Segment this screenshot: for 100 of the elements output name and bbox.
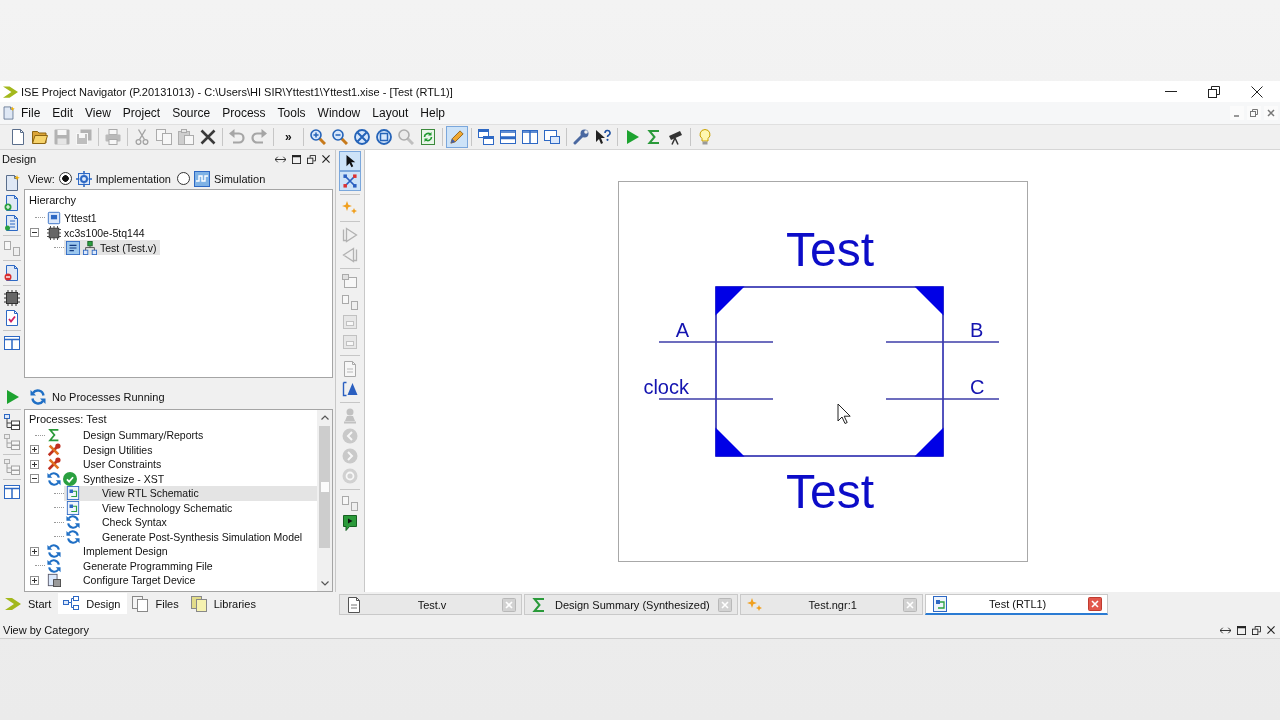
bracket-triangle-icon[interactable]	[342, 381, 358, 397]
zoom-out-icon[interactable]	[331, 129, 348, 145]
tree-item[interactable]: Implement Design	[45, 544, 317, 559]
wrench-icon[interactable]	[572, 129, 589, 145]
panel-tab[interactable]: Design	[58, 593, 128, 614]
double-arrow-icon[interactable]	[1220, 626, 1231, 634]
menu-item[interactable]: Window	[311, 106, 367, 120]
expand-icon[interactable]	[30, 575, 39, 585]
tree-item[interactable]: View Technology Schematic	[64, 500, 317, 515]
tree-header: Processes: Test	[29, 413, 107, 425]
cursor-icon	[837, 403, 851, 424]
remove-document-icon[interactable]	[4, 265, 20, 281]
expand-icon[interactable]	[30, 445, 39, 455]
zoom-full-icon[interactable]	[353, 129, 370, 145]
restore-icon[interactable]	[307, 154, 316, 164]
tree-item[interactable]: User Constraints	[45, 457, 317, 472]
panel-tab[interactable]: Libraries	[185, 593, 263, 614]
bookmark-icon[interactable]	[342, 515, 358, 531]
tree-item[interactable]: xc3s100e-5tq144	[45, 225, 148, 240]
telescope-icon[interactable]	[667, 129, 684, 145]
tile-vertical-icon[interactable]	[521, 129, 538, 145]
tile-horizontal-icon[interactable]	[499, 129, 516, 145]
menu-item[interactable]: Help	[414, 106, 451, 120]
double-arrow-icon[interactable]	[275, 155, 286, 163]
refresh-icon	[47, 558, 61, 573]
sigma-icon[interactable]	[645, 129, 662, 145]
checked-document-icon[interactable]	[4, 310, 20, 326]
project-icon	[47, 210, 61, 225]
expand-icon[interactable]	[30, 546, 39, 556]
document-icon[interactable]	[2, 106, 15, 120]
zoom-in-icon[interactable]	[309, 129, 326, 145]
tree-item[interactable]: Configure Target Device	[45, 573, 317, 588]
open-folder-icon[interactable]	[32, 129, 48, 145]
pin-label: B	[969, 318, 983, 341]
close-icon[interactable]	[322, 155, 330, 163]
menu-item[interactable]: Process	[216, 106, 272, 120]
scrollbar-thumb[interactable]	[319, 426, 330, 548]
new-document-icon[interactable]	[4, 175, 20, 191]
tree-item[interactable]: Check Syntax	[64, 515, 317, 530]
delete-icon[interactable]	[200, 129, 216, 145]
collapse-icon[interactable]	[30, 228, 39, 237]
caret-down-icon[interactable]	[320, 581, 329, 586]
menu-item[interactable]: View	[79, 106, 117, 120]
table-icon[interactable]	[4, 335, 20, 351]
table-icon[interactable]	[4, 484, 20, 500]
menu-item[interactable]: Source	[166, 106, 217, 120]
tree-item[interactable]: Generate Post-Synthesis Simulation Model	[64, 529, 317, 544]
menu-item[interactable]: Tools	[271, 106, 312, 120]
document-list-icon[interactable]	[4, 215, 20, 231]
tree-item[interactable]: View RTL Schematic	[64, 486, 317, 501]
menu-item[interactable]: Edit	[46, 106, 80, 120]
caret-up-icon[interactable]	[320, 415, 329, 420]
pin-label: A	[675, 318, 689, 341]
document-tab[interactable]: Test.ngr:1	[739, 594, 923, 615]
document-tab[interactable]: Test.v	[339, 594, 522, 615]
sigma-icon	[531, 596, 547, 613]
radio-label[interactable]: Simulation	[213, 172, 266, 185]
panel-tab[interactable]: Start	[0, 593, 59, 614]
close-icon[interactable]	[1251, 85, 1263, 98]
maximize-icon[interactable]	[292, 154, 301, 164]
radio-button[interactable]	[176, 172, 190, 185]
new-file-icon[interactable]	[10, 129, 26, 145]
restore-icon[interactable]	[1208, 85, 1220, 98]
pencil-icon[interactable]	[445, 126, 468, 148]
refresh-document-icon[interactable]	[419, 129, 436, 145]
process-tree-icon[interactable]	[4, 414, 20, 430]
tree-item[interactable]: Yttest1	[45, 210, 100, 225]
play-icon[interactable]	[4, 389, 20, 405]
maximize-icon[interactable]	[1237, 625, 1246, 635]
document-tab[interactable]: Design Summary (Synthesized)	[524, 594, 738, 615]
tree-item[interactable]: Generate Programming File	[45, 558, 317, 573]
radio-label[interactable]: Implementation	[95, 172, 171, 185]
close-icon[interactable]	[1267, 626, 1275, 634]
chip-icon[interactable]	[4, 290, 20, 306]
add-document-icon[interactable]	[4, 195, 20, 211]
overflow-button[interactable]: »	[277, 130, 300, 144]
expand-icon[interactable]	[30, 459, 39, 469]
help-cursor-icon[interactable]	[594, 129, 611, 145]
zoom-fit-icon[interactable]	[375, 129, 392, 145]
menu-item[interactable]: Layout	[366, 106, 415, 120]
cascade-windows-icon[interactable]	[477, 129, 494, 145]
menu-item[interactable]: Project	[116, 106, 167, 120]
chip-icon	[47, 225, 61, 240]
document-tab[interactable]: Test (RTL1)	[924, 594, 1108, 615]
connections-icon[interactable]	[339, 171, 361, 191]
source-file-icon	[66, 240, 80, 255]
window-switch-icon[interactable]	[543, 129, 560, 145]
scrollbar[interactable]	[317, 410, 332, 591]
panel-tab[interactable]: Files	[127, 593, 186, 614]
collapse-icon[interactable]	[30, 474, 39, 484]
menu-item[interactable]: File	[15, 106, 47, 120]
radio-button[interactable]	[58, 172, 72, 185]
restore-icon[interactable]	[1252, 625, 1261, 635]
tree-item[interactable]: Design Utilities	[45, 442, 317, 457]
gear-icon	[75, 170, 92, 187]
tree-item[interactable]: Test (Test.v)	[64, 240, 160, 255]
tree-item[interactable]: Design Summary/Reports	[45, 428, 317, 443]
tree-item[interactable]: Synthesize - XST	[45, 471, 317, 486]
lightbulb-icon[interactable]	[696, 129, 713, 145]
tools-icon	[47, 457, 61, 472]
